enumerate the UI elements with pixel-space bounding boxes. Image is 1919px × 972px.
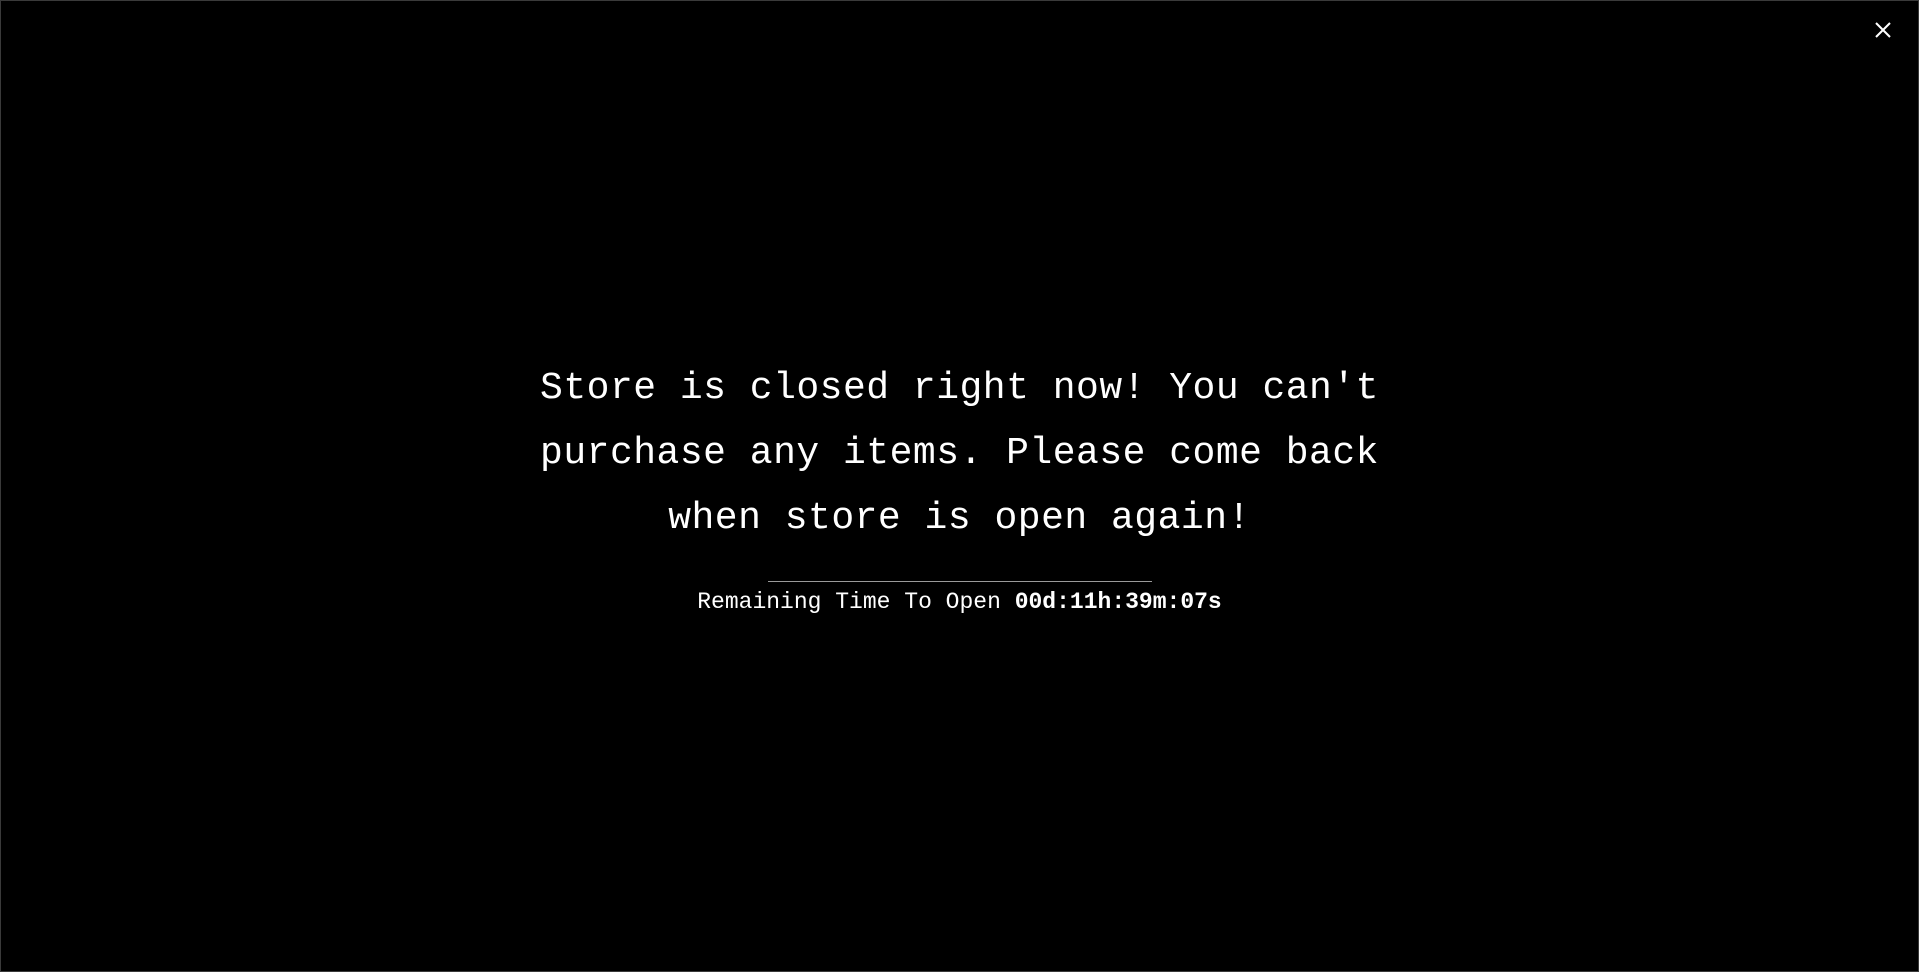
store-closed-overlay: Store is closed right now! You can't pur… — [0, 0, 1919, 972]
countdown-label: Remaining Time To Open — [697, 589, 1001, 615]
countdown: Remaining Time To Open 00d:11h:39m:07s — [1, 587, 1918, 617]
closed-message: Store is closed right now! You can't pur… — [540, 367, 1379, 540]
divider — [767, 581, 1152, 582]
closed-notice: Store is closed right now! You can't pur… — [1, 356, 1918, 617]
countdown-value: 00d:11h:39m:07s — [1014, 589, 1222, 615]
close-icon — [1874, 21, 1892, 39]
close-button[interactable] — [1868, 15, 1898, 45]
